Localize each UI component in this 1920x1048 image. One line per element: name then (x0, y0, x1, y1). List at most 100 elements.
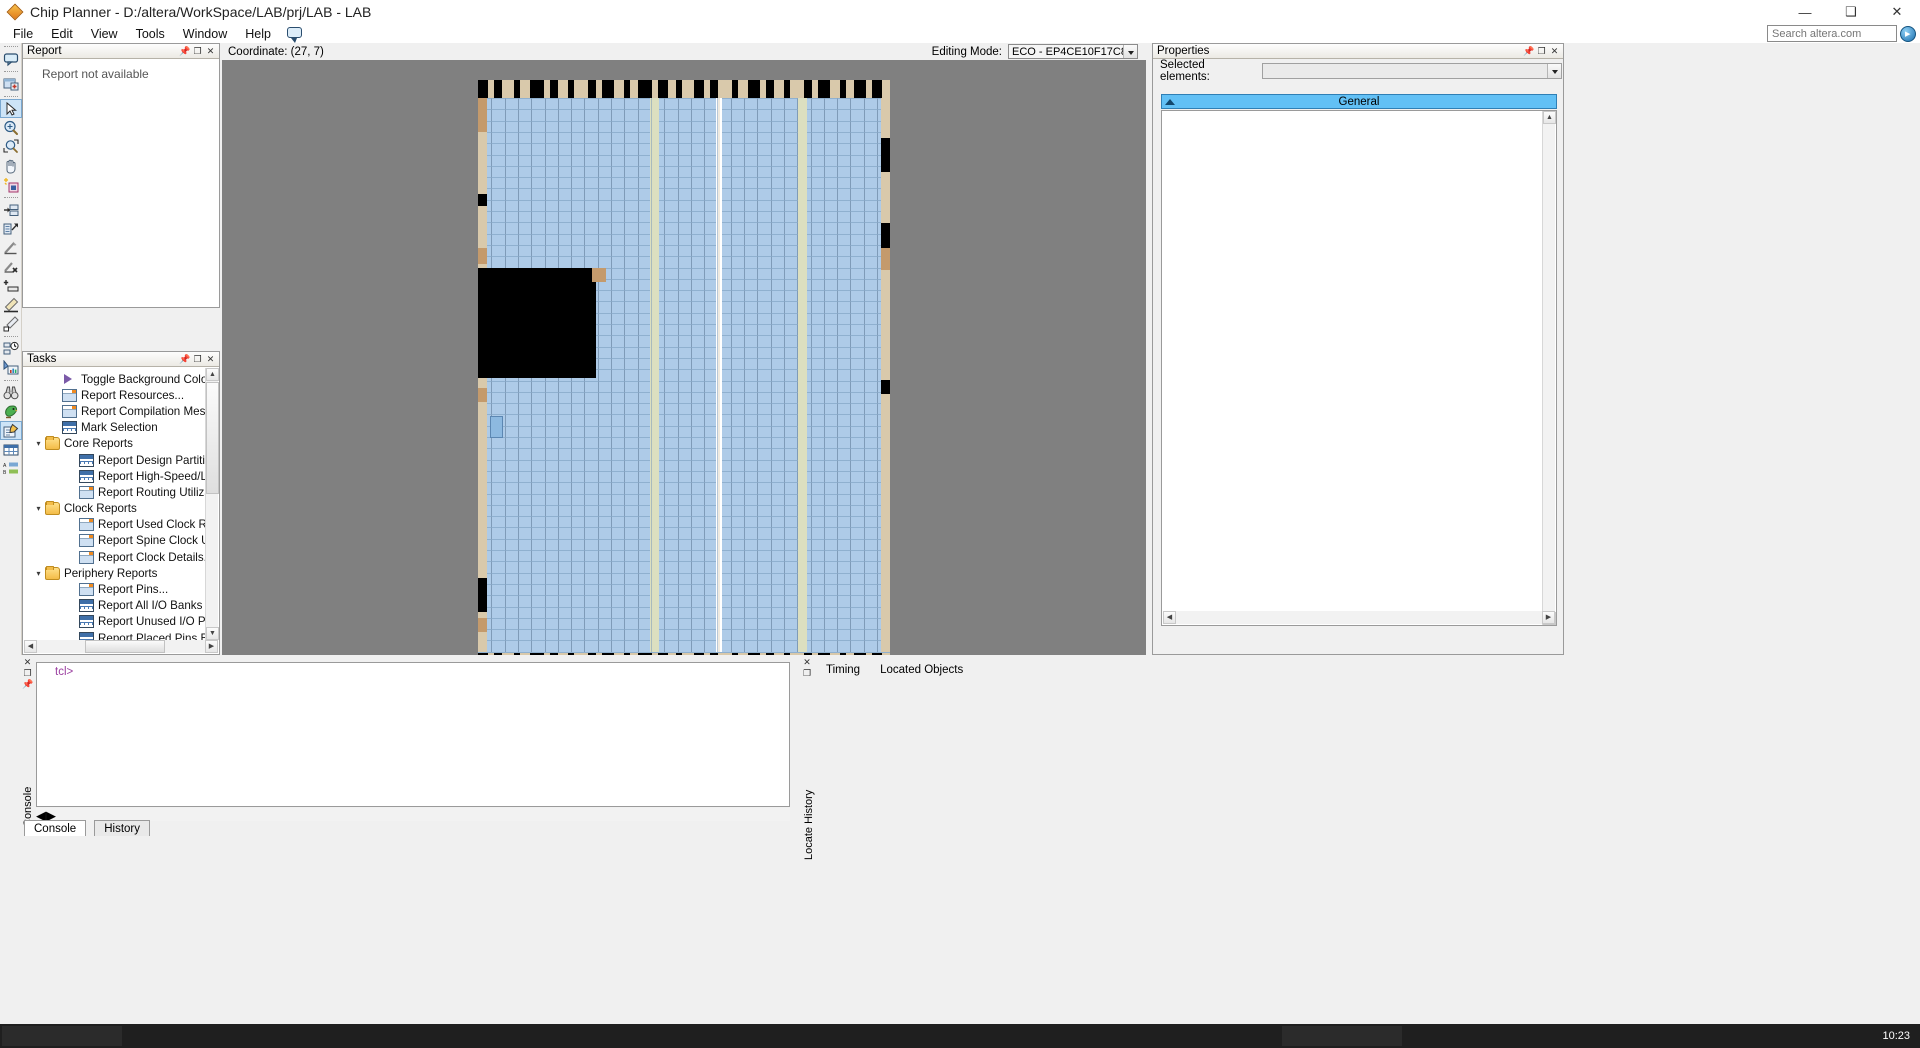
menu-tools[interactable]: Tools (127, 25, 174, 43)
search-go-icon[interactable] (1900, 25, 1916, 42)
tasks-tree-item[interactable]: Report Compilation Messages... (24, 403, 218, 419)
expand-fanout-icon[interactable] (0, 219, 22, 238)
tasks-tree-item[interactable]: Report Placed Pins By I/O Standard (24, 630, 218, 640)
taskbar-item[interactable] (1282, 1026, 1402, 1046)
restore-icon[interactable]: ❐ (1536, 46, 1547, 57)
tasks-tree-item[interactable]: Report Pins... (24, 581, 218, 597)
chevron-down-icon[interactable] (1547, 64, 1561, 78)
scroll-right-arrow[interactable]: ▶ (205, 640, 218, 653)
cut-path-icon[interactable] (0, 257, 22, 276)
speech-bubble-icon[interactable] (286, 26, 304, 43)
console-output[interactable]: tcl> (36, 662, 790, 807)
taskbar-clock[interactable]: 10:23 (1882, 1030, 1910, 1042)
tasks-tree-item[interactable]: Report Unused I/O Pins (24, 614, 218, 630)
restore-icon[interactable]: ❐ (192, 46, 203, 57)
general-section-header[interactable]: General (1161, 94, 1557, 109)
selected-elements-select[interactable] (1262, 63, 1562, 79)
menu-edit[interactable]: Edit (42, 25, 82, 43)
report-chart-icon[interactable] (0, 358, 22, 377)
pin-icon[interactable]: 📌 (22, 679, 33, 690)
maximize-button[interactable]: ❑ (1828, 0, 1874, 24)
close-icon[interactable]: ✕ (22, 657, 33, 668)
scroll-up-arrow[interactable]: ▲ (206, 368, 219, 381)
tasks-tree-item[interactable]: Report Spine Clock Utilization (24, 533, 218, 549)
scroll-up-arrow[interactable]: ▲ (1543, 111, 1556, 124)
fit-selection-icon[interactable] (0, 200, 22, 219)
zoom-in-out-icon[interactable] (0, 118, 22, 137)
menu-view[interactable]: View (82, 25, 127, 43)
close-icon[interactable]: ✕ (1549, 46, 1560, 57)
close-icon[interactable]: ✕ (205, 46, 216, 57)
tasks-tree-item-label: Report Placed Pins By I/O Standard (98, 631, 218, 640)
tab-located-objects[interactable]: Located Objects (870, 661, 974, 678)
editing-mode-select[interactable]: ECO - EP4CE10F17C8 (1008, 44, 1138, 59)
tasks-tree-item[interactable]: Mark Selection (24, 420, 218, 436)
pin-icon[interactable]: 📌 (179, 46, 190, 57)
tab-history[interactable]: History (94, 820, 150, 836)
tasks-tree-item[interactable]: Report Routing Utilization... (24, 484, 218, 500)
restore-icon[interactable]: ❐ (192, 354, 203, 365)
tasks-panel-title: Tasks (27, 353, 57, 365)
table-view-icon[interactable] (0, 440, 22, 459)
window-icon (79, 534, 94, 548)
scroll-down-arrow[interactable]: ▼ (206, 627, 219, 640)
restore-icon[interactable]: ❐ (800, 668, 814, 679)
path-delay-icon[interactable] (0, 238, 22, 257)
tasks-vertical-scrollbar[interactable]: ▲ ▼ (205, 368, 219, 640)
restore-icon[interactable]: ❐ (22, 668, 33, 679)
scroll-left-arrow[interactable]: ◀ (24, 640, 37, 653)
tasks-tree-item[interactable]: ▾ Clock Reports (24, 501, 218, 517)
tab-timing[interactable]: Timing (816, 661, 870, 678)
timing-delay-icon[interactable] (0, 339, 22, 358)
scroll-thumb[interactable] (85, 640, 165, 653)
taskbar-item[interactable] (2, 1026, 122, 1046)
close-icon[interactable]: ✕ (800, 657, 814, 668)
chevron-down-icon[interactable]: ▾ (32, 569, 45, 578)
highlight-pin-icon[interactable] (0, 314, 22, 333)
properties-edit-icon[interactable] (0, 421, 22, 440)
lab-column-line (824, 98, 825, 652)
chevron-down-icon[interactable] (1123, 45, 1137, 58)
selected-lab-cell[interactable] (490, 416, 503, 438)
tasks-tree-item[interactable]: Report All I/O Banks (24, 598, 218, 614)
tasks-tree-item[interactable]: ▾ Periphery Reports (24, 565, 218, 581)
minimize-button[interactable]: — (1782, 0, 1828, 24)
arrow-select-icon[interactable] (0, 99, 22, 118)
close-icon[interactable]: ✕ (205, 354, 216, 365)
search-input[interactable] (1767, 25, 1897, 42)
tasks-tree-item[interactable]: ▾ Core Reports (24, 436, 218, 452)
tasks-tree-item[interactable]: Report Design Partitions (24, 452, 218, 468)
chip-die-graphic[interactable] (478, 80, 890, 655)
scroll-left-arrow[interactable]: ◀ (1163, 611, 1176, 624)
tasks-tree-item[interactable]: Report Resources... (24, 387, 218, 403)
highlight-routing-icon[interactable] (0, 295, 22, 314)
menu-window[interactable]: Window (174, 25, 236, 43)
tab-console[interactable]: Console (24, 820, 87, 836)
comment-tool-icon[interactable] (0, 49, 22, 68)
menu-help[interactable]: Help (236, 25, 280, 43)
close-button[interactable]: ✕ (1874, 0, 1920, 24)
chevron-down-icon[interactable]: ▾ (32, 439, 45, 448)
floorplan-viewport[interactable] (222, 60, 1146, 655)
new-report-window-icon[interactable] (0, 74, 22, 93)
menu-file[interactable]: File (4, 25, 42, 43)
add-node-icon[interactable] (0, 276, 22, 295)
tasks-tree-item[interactable]: Report Used Clock Regions... (24, 517, 218, 533)
tasks-tree-item[interactable]: Report Clock Details... (24, 549, 218, 565)
parrot-locate-icon[interactable] (0, 402, 22, 421)
tasks-horizontal-scrollbar[interactable]: ◀ ▶ (24, 640, 218, 653)
scroll-right-arrow[interactable]: ▶ (1542, 611, 1555, 624)
hand-pan-icon[interactable] (0, 156, 22, 175)
zoom-box-icon[interactable] (0, 137, 22, 156)
legend-colors-icon[interactable]: AB (0, 459, 22, 478)
pin-icon[interactable]: 📌 (1523, 46, 1534, 57)
tasks-tree-item[interactable]: Report High-Speed/Low-Power Tiles (24, 468, 218, 484)
scroll-thumb[interactable] (206, 382, 219, 494)
find-binoculars-icon[interactable] (0, 383, 22, 402)
properties-vertical-scrollbar[interactable]: ▲ ▼ (1542, 111, 1556, 625)
properties-horizontal-scrollbar[interactable]: ◀ ▶ (1163, 611, 1555, 624)
magic-highlight-icon[interactable] (0, 175, 22, 194)
tasks-tree-item[interactable]: Toggle Background Colors (24, 371, 218, 387)
pin-icon[interactable]: 📌 (179, 354, 190, 365)
chevron-down-icon[interactable]: ▾ (32, 504, 45, 513)
